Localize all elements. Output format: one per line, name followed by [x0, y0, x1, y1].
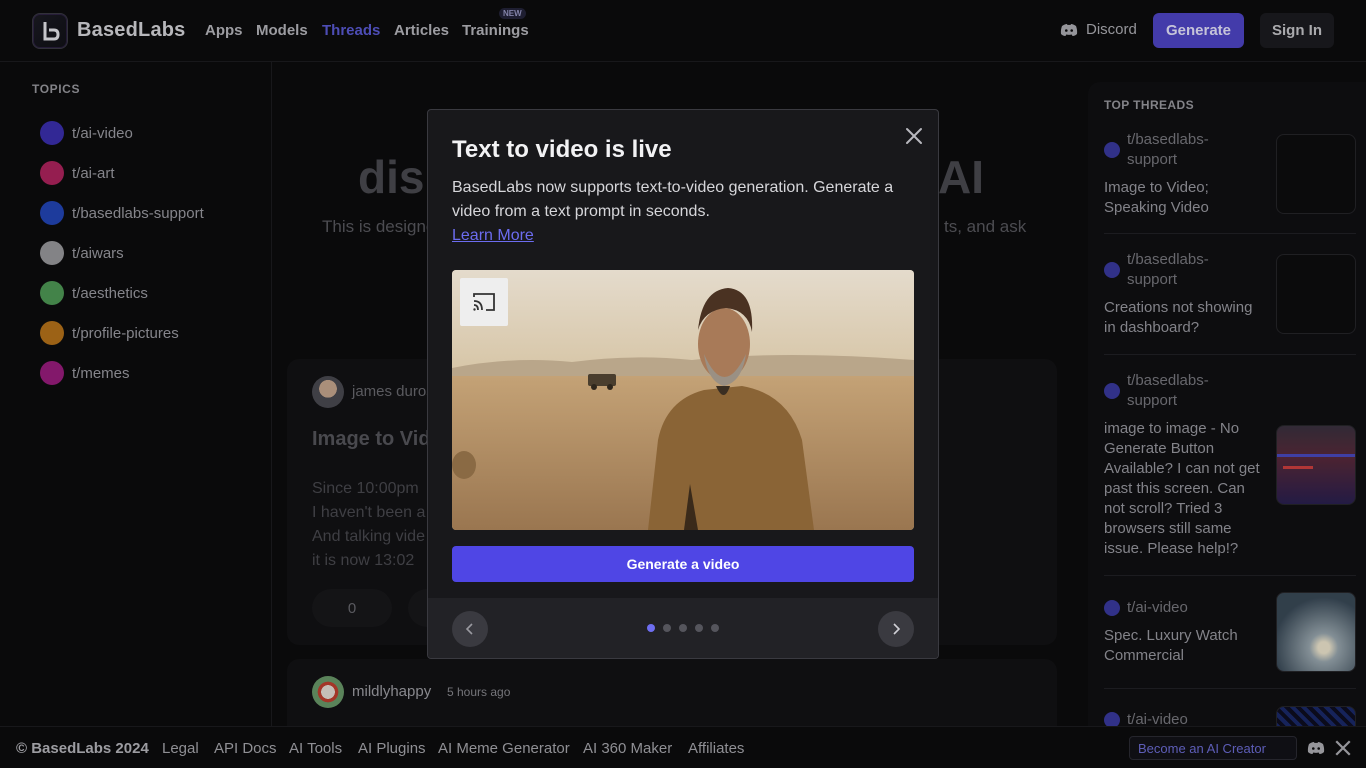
- modal-pager: [428, 598, 938, 658]
- generate-video-button[interactable]: Generate a video: [452, 546, 914, 582]
- pagination-dot[interactable]: [647, 624, 655, 632]
- cast-button[interactable]: [460, 278, 508, 326]
- chevron-left-icon: [465, 623, 473, 635]
- close-icon[interactable]: [902, 124, 926, 148]
- video-preview[interactable]: [452, 270, 914, 530]
- announcement-modal: Text to video is live BasedLabs now supp…: [427, 109, 939, 659]
- pagination-dot[interactable]: [695, 624, 703, 632]
- desert-scene-image: [452, 270, 914, 530]
- chevron-right-icon: [893, 623, 901, 635]
- cast-icon: [473, 293, 495, 311]
- modal-title: Text to video is live: [452, 136, 672, 163]
- learn-more-link[interactable]: Learn More: [452, 224, 534, 248]
- modal-description: BasedLabs now supports text-to-video gen…: [452, 176, 918, 248]
- pagination-dots: [647, 624, 719, 632]
- pagination-dot[interactable]: [711, 624, 719, 632]
- pagination-dot[interactable]: [663, 624, 671, 632]
- prev-button[interactable]: [452, 611, 488, 647]
- modal-description-text: BasedLabs now supports text-to-video gen…: [452, 179, 894, 220]
- pagination-dot[interactable]: [679, 624, 687, 632]
- next-button[interactable]: [878, 611, 914, 647]
